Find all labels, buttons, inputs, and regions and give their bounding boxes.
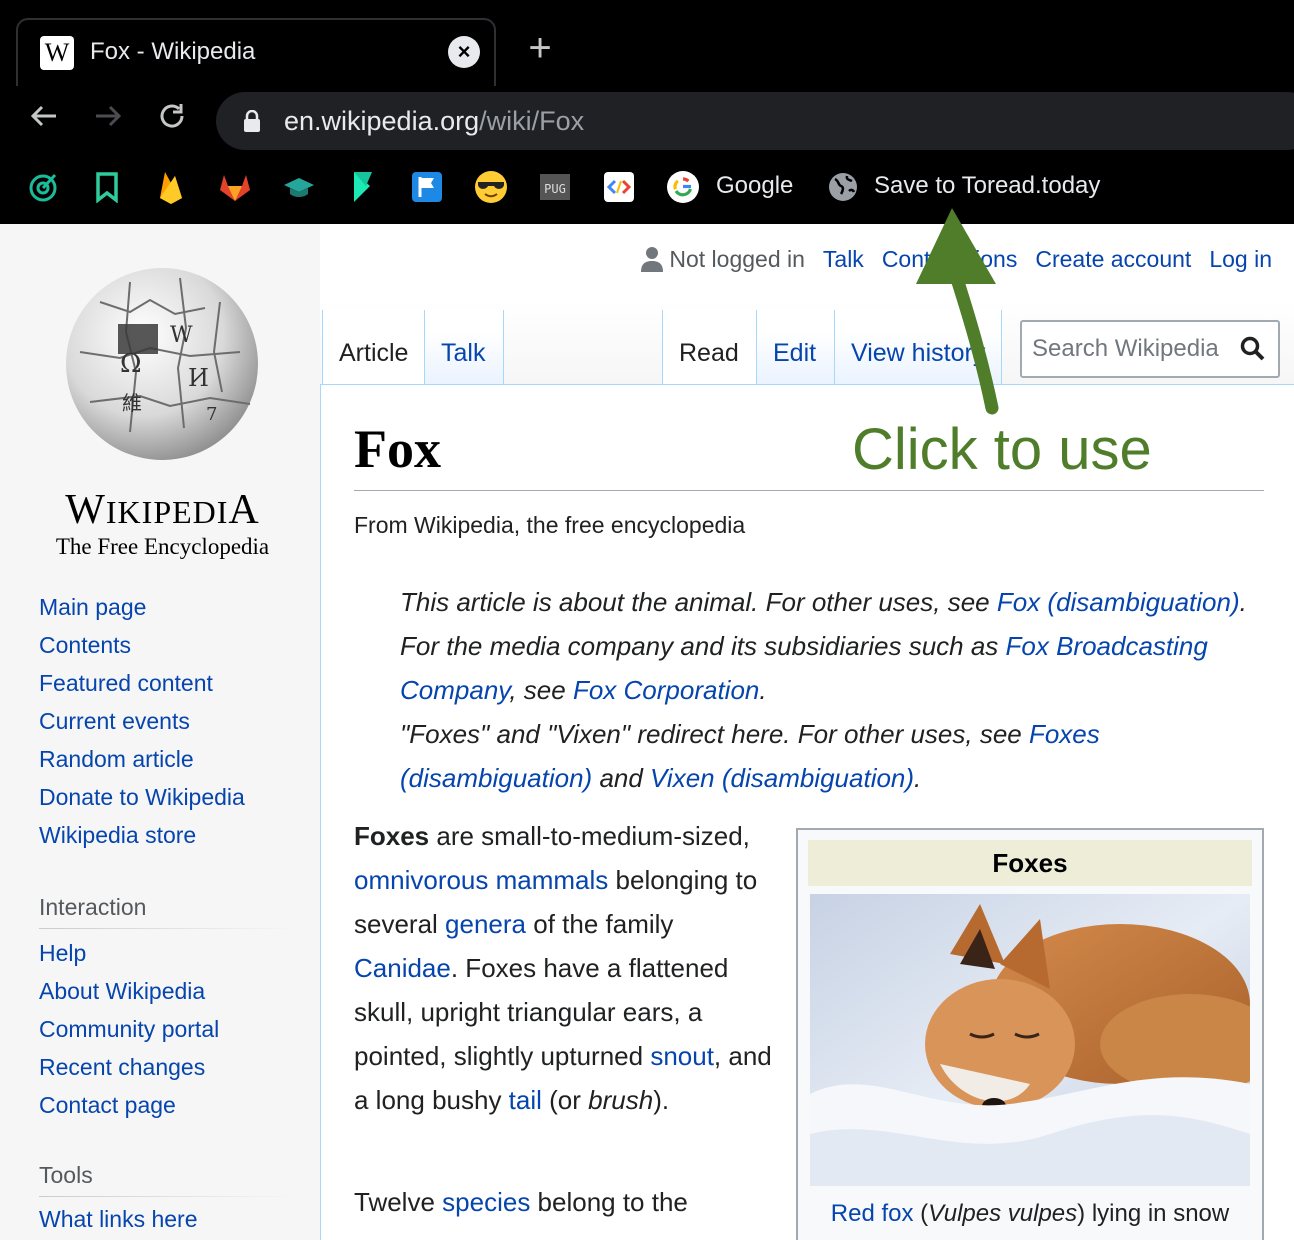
globe-icon[interactable]	[826, 170, 860, 204]
user-icon	[641, 247, 664, 272]
tail-link[interactable]: tail	[509, 1085, 542, 1115]
tab-article[interactable]: Article	[322, 310, 424, 384]
graduation-cap-icon[interactable]	[282, 170, 316, 204]
flag-icon[interactable]	[410, 170, 444, 204]
contributions-link[interactable]: Contributions	[882, 246, 1018, 273]
personal-talk-link[interactable]: Talk	[823, 246, 864, 273]
interaction-divider	[39, 928, 297, 929]
tab-edit[interactable]: Edit	[756, 310, 834, 384]
firebase-icon[interactable]	[154, 170, 188, 204]
fox-disambiguation-link[interactable]: Fox (disambiguation)	[997, 587, 1240, 617]
nav-main-page[interactable]: Main page	[39, 594, 245, 632]
tools-divider	[39, 1196, 297, 1197]
save-to-toread-bookmark[interactable]: Save to Toread.today	[874, 172, 1100, 200]
nav-community-portal[interactable]: Community portal	[39, 1016, 219, 1054]
bitwarden-icon[interactable]	[346, 170, 380, 204]
search-form	[1020, 320, 1280, 378]
svg-text:PUG: PUG	[544, 182, 566, 196]
log-in-link[interactable]: Log in	[1209, 246, 1272, 273]
close-tab-icon[interactable]: ×	[448, 36, 480, 68]
tools-portal: What links here	[39, 1206, 198, 1240]
red-fox-image[interactable]	[810, 894, 1250, 1186]
canidae-link[interactable]: Canidae	[354, 953, 451, 983]
tab-read[interactable]: Read	[662, 310, 756, 384]
target-extension-icon[interactable]	[26, 170, 60, 204]
nav-about-wikipedia[interactable]: About Wikipedia	[39, 978, 219, 1016]
wikipedia-favicon-icon: W	[40, 36, 74, 70]
google-bookmark-label[interactable]: Google	[716, 172, 793, 200]
infobox: Foxes Red fox (Vulpes vulpes) lying in s…	[796, 828, 1264, 1240]
genera-link[interactable]: genera	[445, 909, 526, 939]
nav-contact-page[interactable]: Contact page	[39, 1092, 219, 1130]
create-account-link[interactable]: Create account	[1035, 246, 1191, 273]
tab-talk[interactable]: Talk	[424, 310, 504, 384]
svg-text:7: 7	[206, 404, 217, 425]
back-arrow-icon[interactable]	[24, 100, 64, 140]
search-icon[interactable]	[1240, 336, 1266, 362]
navigation-portal: Main page Contents Featured content Curr…	[39, 594, 245, 860]
wikipedia-wordmark: WIKIPEDIA	[65, 487, 260, 533]
sunglasses-emoji-icon[interactable]	[474, 170, 508, 204]
nav-contents[interactable]: Contents	[39, 632, 245, 670]
gitlab-icon[interactable]	[218, 170, 252, 204]
infobox-title: Foxes	[808, 840, 1252, 886]
not-logged-in: Not logged in	[641, 246, 805, 273]
svg-text:維: 維	[122, 391, 142, 415]
reload-icon[interactable]	[152, 100, 192, 140]
title-divider	[354, 490, 1264, 491]
svg-text:И: И	[188, 364, 209, 392]
fox-corporation-link[interactable]: Fox Corporation	[573, 675, 759, 705]
bookmarks-bar: PUG Google Save to Toread.today	[0, 158, 1294, 224]
nav-help[interactable]: Help	[39, 940, 219, 978]
code-brackets-icon[interactable]	[602, 170, 636, 204]
omnivorous-mammals-link[interactable]: omnivorous mammals	[354, 865, 608, 895]
forward-arrow-icon[interactable]	[88, 100, 128, 140]
nav-random-article[interactable]: Random article	[39, 746, 245, 784]
page-title: Fox	[354, 419, 441, 479]
nav-what-links-here[interactable]: What links here	[39, 1206, 198, 1240]
tab-title: Fox - Wikipedia	[90, 38, 256, 65]
tools-heading: Tools	[39, 1162, 93, 1188]
wikipedia-globe-icon: Ω W И 維 7	[66, 268, 258, 460]
browser-toolbar: en.wikipedia.org/wiki/Fox	[0, 86, 1294, 158]
hatnote: This article is about the animal. For ot…	[400, 587, 1247, 793]
tab-strip: W Fox - Wikipedia × +	[0, 0, 1294, 86]
snout-link[interactable]: snout	[650, 1041, 714, 1071]
nav-recent-changes[interactable]: Recent changes	[39, 1054, 219, 1092]
nav-current-events[interactable]: Current events	[39, 708, 245, 746]
vixen-disambiguation-link[interactable]: Vixen (disambiguation)	[650, 763, 914, 793]
svg-text:Ω: Ω	[120, 349, 142, 379]
infobox-caption: Red fox (Vulpes vulpes) lying in snow	[830, 1200, 1230, 1227]
species-link[interactable]: species	[442, 1187, 530, 1217]
address-bar[interactable]: en.wikipedia.org/wiki/Fox	[216, 92, 1294, 150]
url-text: en.wikipedia.org/wiki/Fox	[284, 106, 585, 136]
red-fox-link[interactable]: Red fox	[831, 1200, 914, 1227]
lock-icon	[244, 110, 260, 132]
nav-donate[interactable]: Donate to Wikipedia	[39, 784, 245, 822]
second-paragraph: Twelve species belong to the	[354, 1187, 688, 1217]
lead-paragraph: Foxes are small-to-medium-sized, omnivor…	[354, 821, 772, 1115]
site-subtitle: From Wikipedia, the free encyclopedia	[354, 512, 746, 538]
new-tab-icon[interactable]: +	[522, 28, 558, 68]
google-icon[interactable]	[666, 170, 700, 204]
annotation-text: Click to use	[852, 417, 1152, 482]
bookmark-icon[interactable]	[90, 170, 124, 204]
svg-text:W: W	[170, 323, 193, 348]
browser-tab[interactable]: W Fox - Wikipedia ×	[16, 18, 496, 86]
interaction-portal: Help About Wikipedia Community portal Re…	[39, 940, 219, 1130]
search-input[interactable]	[1032, 334, 1232, 364]
tab-view-history[interactable]: View history	[834, 310, 1002, 384]
nav-wikipedia-store[interactable]: Wikipedia store	[39, 822, 245, 860]
wikipedia-logo[interactable]: Ω W И 維 7 WIKIPEDIA The Free Encyclopedi…	[40, 254, 285, 559]
personal-tools: Not logged in Talk Contributions Create …	[641, 244, 1272, 274]
wikipedia-tagline: The Free Encyclopedia	[55, 534, 270, 559]
nav-featured-content[interactable]: Featured content	[39, 670, 245, 708]
interaction-heading: Interaction	[39, 894, 147, 920]
pug-icon[interactable]: PUG	[538, 170, 572, 204]
